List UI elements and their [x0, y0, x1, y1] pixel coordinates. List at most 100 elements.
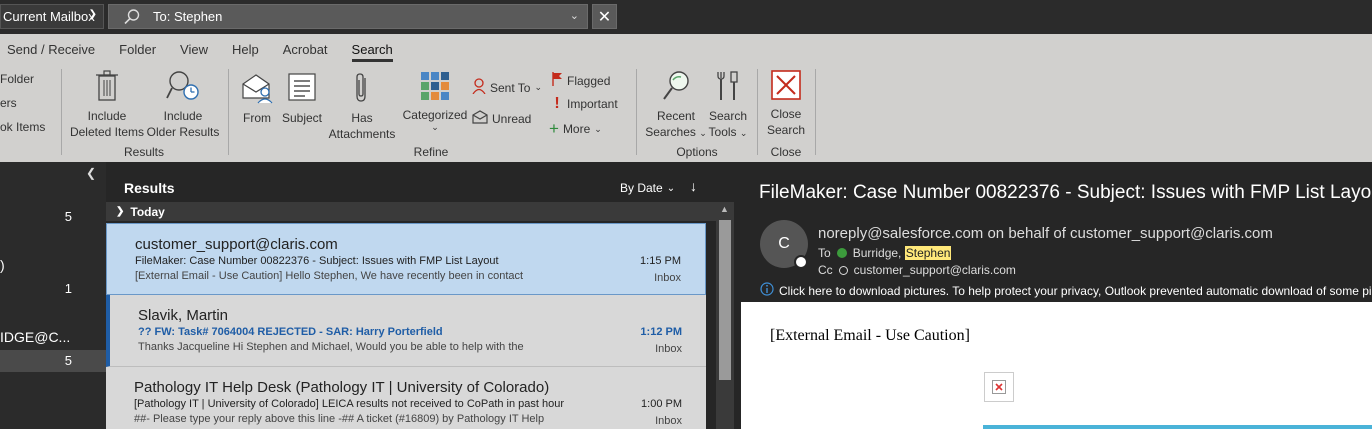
reading-subject: FileMaker: Case Number 00822376 - Subjec… [759, 182, 1372, 203]
chevron-down-icon: ⌄ [594, 123, 602, 134]
unread-button[interactable]: Unread [472, 110, 531, 127]
tab-send-receive[interactable]: Send / Receive [0, 34, 107, 64]
scrollbar-thumb[interactable] [719, 220, 731, 380]
tab-search[interactable]: Search [340, 34, 405, 64]
cc-label: Cc [818, 263, 833, 277]
options-group-label: Options [676, 145, 718, 159]
message-item-selected[interactable]: customer_support@claris.com FileMaker: C… [106, 223, 706, 295]
group-separator [815, 69, 816, 155]
presence-unknown-icon [838, 265, 848, 275]
sent-to-button[interactable]: Sent To ⌄ [472, 78, 542, 97]
scope-current-folder[interactable]: Folder [0, 72, 34, 86]
cc-recipient[interactable]: customer_support@claris.com [854, 263, 1016, 277]
categorized-label: Categorized [402, 108, 468, 122]
group-header-today[interactable]: ❯ Today [106, 202, 716, 221]
scope-subfolders[interactable]: ers [0, 96, 17, 110]
refine-group-label: Refine [413, 145, 449, 159]
infobar-text: Click here to download pictures. To help… [779, 283, 1372, 298]
unread-label: Unread [492, 111, 532, 126]
search-box[interactable]: ⌄ [108, 4, 588, 29]
sort-direction-arrow-icon[interactable]: ↓ [690, 178, 697, 194]
tab-view[interactable]: View [168, 34, 220, 64]
close-search-button[interactable]: Close Search [764, 70, 808, 138]
include-older-label-2: Older Results [146, 125, 220, 139]
search-clock-icon [146, 70, 220, 106]
message-item-unread[interactable]: Slavik, Martin ?? FW: Task# 7064004 REJE… [106, 295, 706, 367]
chevron-down-icon: ❯ [88, 9, 97, 20]
subject-button[interactable]: Subject [280, 72, 324, 126]
folder-item[interactable]: 5 [0, 206, 106, 228]
message-preview: ##- Please type your reply above this li… [134, 413, 545, 425]
download-pictures-infobar[interactable]: Click here to download pictures. To help… [760, 282, 1372, 299]
recent-searches-label-1: Recent [656, 109, 696, 123]
folder-item[interactable]: 1 [0, 278, 106, 300]
results-header: Results [124, 180, 175, 196]
ribbon-tabs: Send / Receive Folder View Help Acrobat … [0, 34, 405, 64]
scroll-up-arrow-icon[interactable]: ▲ [720, 204, 729, 214]
message-preview: Thanks Jacqueline Hi Stephen and Michael… [138, 341, 524, 353]
include-deleted-items-button[interactable]: Include Deleted Items [66, 70, 148, 140]
message-time: 1:12 PM [640, 326, 682, 338]
message-subject: FileMaker: Case Number 00822376 - Subjec… [135, 255, 499, 267]
group-label: Today [130, 204, 165, 219]
recent-searches-button[interactable]: Recent Searches ⌄ [644, 70, 708, 141]
person-icon [472, 78, 486, 97]
search-scope-dropdown[interactable]: Current Mailbox ❯ [0, 4, 104, 29]
search-tools-label-2: Tools ⌄ [706, 124, 750, 141]
exclamation-icon: ! [554, 95, 560, 112]
flag-icon [551, 71, 563, 90]
tab-acrobat[interactable]: Acrobat [271, 34, 340, 64]
folder-pane: ❮ 5 ) 1 IDGE@C... 5 [0, 162, 106, 429]
message-sender: Pathology IT Help Desk (Pathology IT | U… [134, 379, 550, 396]
sender-line[interactable]: noreply@salesforce.com on behalf of cust… [818, 225, 1273, 242]
reading-pane: FileMaker: Case Number 00822376 - Subjec… [734, 162, 1372, 429]
to-recipient[interactable]: Burridge, Stephen [853, 246, 952, 260]
include-older-label-1: Include [163, 109, 203, 123]
include-older-results-button[interactable]: Include Older Results [146, 70, 220, 140]
trash-icon [66, 70, 148, 106]
has-attachments-button[interactable]: Has Attachments [326, 72, 398, 142]
sort-by-date-dropdown[interactable]: By Date ⌄ [620, 181, 675, 195]
subject-label: Subject [281, 111, 323, 125]
chevron-down-icon: ⌄ [739, 128, 748, 138]
folder-count: 5 [64, 353, 72, 368]
more-label: More [562, 122, 591, 136]
important-label: Important [567, 97, 618, 111]
sent-to-label: Sent To [490, 80, 531, 95]
chevron-down-icon: ⌄ [666, 182, 676, 194]
close-group-label: Close [770, 145, 802, 159]
clear-search-button[interactable]: ✕ [592, 4, 617, 29]
has-attachments-label-1: Has [351, 111, 373, 125]
folder-item[interactable]: IDGE@C... [0, 326, 106, 348]
envelope-open-icon [472, 110, 488, 127]
search-scope-label: Current Mailbox [3, 9, 95, 24]
message-subject: [Pathology IT | University of Colorado] … [134, 398, 565, 410]
collapse-folder-pane-icon[interactable]: ❮ [86, 166, 96, 180]
message-list-scrollbar[interactable]: ▲ [716, 202, 734, 429]
close-search-icon [764, 70, 808, 104]
tab-help[interactable]: Help [220, 34, 271, 64]
group-separator [228, 69, 229, 155]
tab-folder[interactable]: Folder [107, 34, 168, 64]
more-button[interactable]: + More ⌄ [549, 119, 602, 139]
scope-all-outlook-items[interactable]: ok Items [0, 120, 45, 134]
flagged-button[interactable]: Flagged [551, 71, 610, 90]
important-button[interactable]: ! Important [551, 95, 618, 113]
search-options-chevron-icon[interactable]: ⌄ [570, 9, 579, 22]
folder-item-selected[interactable]: 5 [0, 350, 106, 372]
folder-count: 5 [64, 209, 72, 224]
message-subject: ?? FW: Task# 7064004 REJECTED - SAR: Har… [138, 326, 443, 338]
recent-searches-label-2: Searches ⌄ [644, 124, 708, 141]
search-tools-label-2-text: Tools [708, 125, 737, 139]
message-item[interactable]: Pathology IT Help Desk (Pathology IT | U… [106, 367, 706, 429]
search-input[interactable] [153, 7, 553, 26]
results-group-label: Results [123, 145, 164, 159]
search-tools-button[interactable]: Search Tools ⌄ [706, 70, 750, 141]
message-time: 1:15 PM [640, 255, 681, 267]
categorized-button[interactable]: Categorized ⌄ [400, 71, 470, 132]
folder-item[interactable]: ) [0, 254, 106, 276]
from-button[interactable]: From [238, 72, 276, 126]
collapse-chevron-icon: ❯ [116, 206, 125, 217]
to-recipient-last-name: Burridge, [852, 246, 902, 260]
presence-status-icon [794, 255, 808, 269]
